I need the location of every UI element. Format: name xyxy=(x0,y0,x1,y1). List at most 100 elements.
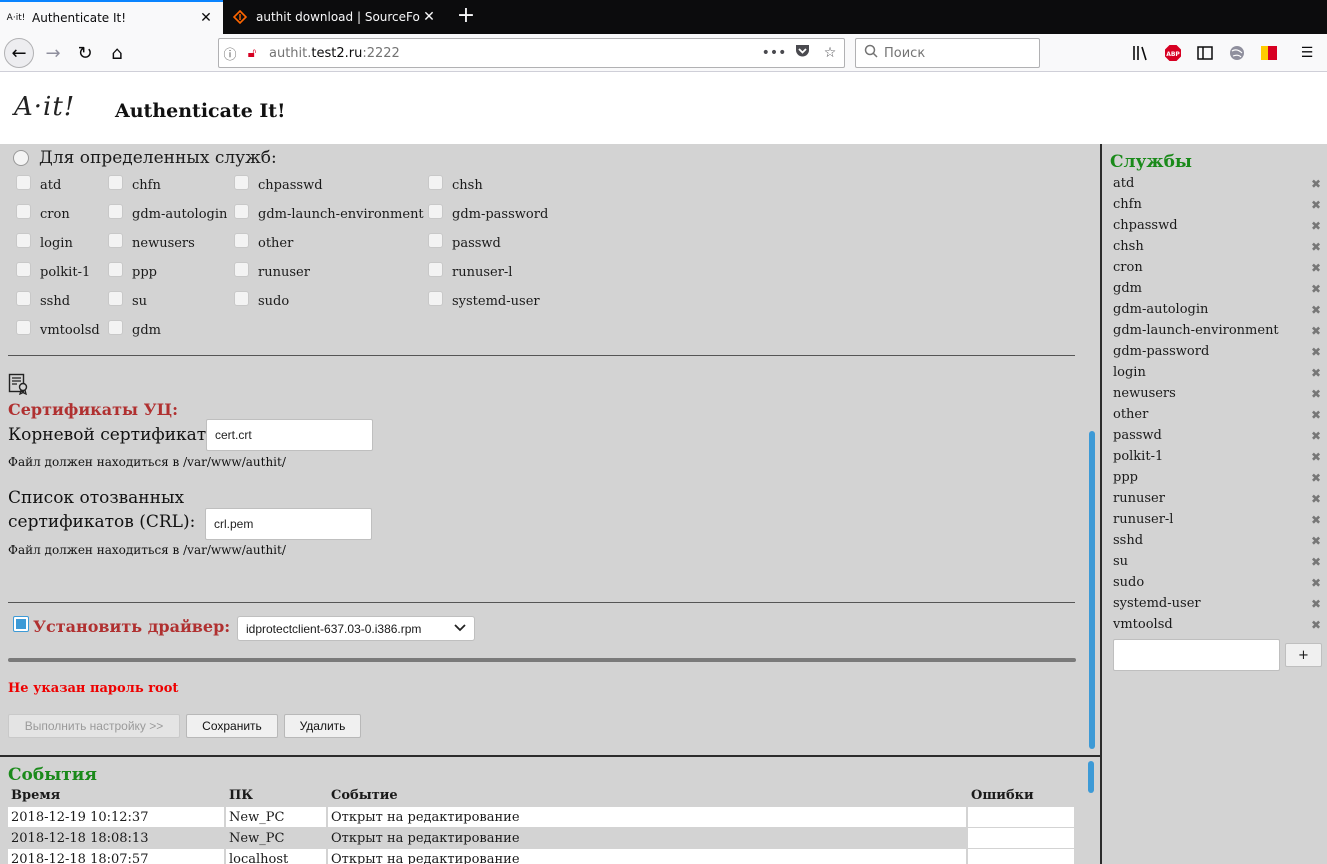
service-checkbox-gdm-launch-environment[interactable]: gdm-launch-environment xyxy=(234,204,424,222)
reload-icon[interactable]: ↻ xyxy=(70,38,100,68)
checkbox[interactable] xyxy=(16,262,31,277)
service-checkbox-systemd-user[interactable]: systemd-user xyxy=(428,291,540,309)
close-tab-icon[interactable]: ✕ xyxy=(420,9,438,25)
service-checkbox-gdm[interactable]: gdm xyxy=(108,320,161,338)
info-icon[interactable]: ⓘ xyxy=(219,44,241,63)
service-checkbox-login[interactable]: login xyxy=(16,233,73,251)
service-list-item[interactable]: other ✖ xyxy=(1113,404,1325,425)
service-checkbox-atd[interactable]: atd xyxy=(16,175,61,193)
service-checkbox-chpasswd[interactable]: chpasswd xyxy=(234,175,323,193)
service-checkbox-gdm-autologin[interactable]: gdm-autologin xyxy=(108,204,227,222)
remove-service-icon[interactable]: ✖ xyxy=(1307,324,1325,338)
service-list-item[interactable]: runuser-l ✖ xyxy=(1113,509,1325,530)
checkbox[interactable] xyxy=(428,262,443,277)
extension-globe-icon[interactable] xyxy=(1227,43,1247,63)
remove-service-icon[interactable]: ✖ xyxy=(1307,177,1325,191)
service-list-item[interactable]: systemd-user ✖ xyxy=(1113,593,1325,614)
pocket-icon[interactable] xyxy=(788,44,816,62)
service-checkbox-polkit-1[interactable]: polkit-1 xyxy=(16,262,90,280)
remove-service-icon[interactable]: ✖ xyxy=(1307,492,1325,506)
close-tab-icon[interactable]: ✕ xyxy=(197,10,215,26)
checkbox[interactable] xyxy=(108,204,123,219)
adblock-icon[interactable]: ABP xyxy=(1163,43,1183,63)
service-list-item[interactable]: gdm-launch-environment ✖ xyxy=(1113,320,1325,341)
service-list-item[interactable]: vmtoolsd ✖ xyxy=(1113,614,1325,635)
library-icon[interactable] xyxy=(1131,43,1151,63)
remove-service-icon[interactable]: ✖ xyxy=(1307,534,1325,548)
checkbox[interactable] xyxy=(108,262,123,277)
new-service-input[interactable] xyxy=(1113,639,1280,671)
tab-authenticate-it[interactable]: A·it! Authenticate It! ✕ xyxy=(0,0,223,34)
service-list-item[interactable]: chpasswd ✖ xyxy=(1113,215,1325,236)
service-checkbox-sshd[interactable]: sshd xyxy=(16,291,70,309)
remove-service-icon[interactable]: ✖ xyxy=(1307,198,1325,212)
service-checkbox-su[interactable]: su xyxy=(108,291,147,309)
checkbox[interactable] xyxy=(234,233,249,248)
service-list-item[interactable]: ppp ✖ xyxy=(1113,467,1325,488)
checkbox[interactable] xyxy=(428,175,443,190)
remove-service-icon[interactable]: ✖ xyxy=(1307,576,1325,590)
install-driver-checkbox[interactable] xyxy=(13,616,29,632)
remove-service-icon[interactable]: ✖ xyxy=(1307,282,1325,296)
checkbox[interactable] xyxy=(16,175,31,190)
service-list-item[interactable]: passwd ✖ xyxy=(1113,425,1325,446)
home-icon[interactable]: ⌂ xyxy=(102,38,132,68)
service-list-item[interactable]: su ✖ xyxy=(1113,551,1325,572)
address-bar[interactable]: ⓘ 🔓︎ authit.test2.ru:2222 ••• ☆ xyxy=(218,38,845,68)
remove-service-icon[interactable]: ✖ xyxy=(1307,555,1325,569)
service-checkbox-newusers[interactable]: newusers xyxy=(108,233,195,251)
back-arrow-icon[interactable]: ← xyxy=(4,38,34,68)
service-checkbox-other[interactable]: other xyxy=(234,233,293,251)
service-list-item[interactable]: gdm ✖ xyxy=(1113,278,1325,299)
bookmark-star-icon[interactable]: ☆ xyxy=(816,45,844,61)
remove-service-icon[interactable]: ✖ xyxy=(1307,408,1325,422)
remove-service-icon[interactable]: ✖ xyxy=(1307,219,1325,233)
remove-service-icon[interactable]: ✖ xyxy=(1307,597,1325,611)
forward-arrow-icon[interactable]: → xyxy=(38,38,68,68)
service-checkbox-vmtoolsd[interactable]: vmtoolsd xyxy=(16,320,100,338)
checkbox[interactable] xyxy=(428,233,443,248)
page-actions-icon[interactable]: ••• xyxy=(760,45,788,61)
checkbox[interactable] xyxy=(108,291,123,306)
remove-service-icon[interactable]: ✖ xyxy=(1307,261,1325,275)
service-list-item[interactable]: gdm-password ✖ xyxy=(1113,341,1325,362)
remove-service-icon[interactable]: ✖ xyxy=(1307,450,1325,464)
service-list-item[interactable]: atd ✖ xyxy=(1113,173,1325,194)
events-scrollbar-thumb[interactable] xyxy=(1088,761,1094,793)
service-checkbox-chsh[interactable]: chsh xyxy=(428,175,483,193)
remove-service-icon[interactable]: ✖ xyxy=(1307,303,1325,317)
remove-service-icon[interactable]: ✖ xyxy=(1307,345,1325,359)
root-certificate-input[interactable]: cert.crt xyxy=(206,419,373,451)
checkbox[interactable] xyxy=(108,320,123,335)
service-checkbox-runuser-l[interactable]: runuser-l xyxy=(428,262,512,280)
service-checkbox-runuser[interactable]: runuser xyxy=(234,262,310,280)
checkbox[interactable] xyxy=(234,204,249,219)
remove-service-icon[interactable]: ✖ xyxy=(1307,387,1325,401)
service-list-item[interactable]: gdm-autologin ✖ xyxy=(1113,299,1325,320)
checkbox[interactable] xyxy=(16,320,31,335)
service-list-item[interactable]: newusers ✖ xyxy=(1113,383,1325,404)
remove-service-icon[interactable]: ✖ xyxy=(1307,513,1325,527)
scrollbar-thumb[interactable] xyxy=(1089,431,1095,749)
service-checkbox-sudo[interactable]: sudo xyxy=(234,291,289,309)
table-row[interactable]: 2018-12-18 18:07:57 localhost Открыт на ре… xyxy=(8,849,1074,864)
service-list-item[interactable]: login ✖ xyxy=(1113,362,1325,383)
extension-flag-icon[interactable] xyxy=(1259,43,1279,63)
service-checkbox-cron[interactable]: cron xyxy=(16,204,70,222)
hamburger-menu-icon[interactable]: ☰ xyxy=(1297,43,1317,63)
checkbox[interactable] xyxy=(16,233,31,248)
new-tab-icon[interactable]: + xyxy=(452,2,480,32)
service-checkbox-gdm-password[interactable]: gdm-password xyxy=(428,204,548,222)
remove-service-icon[interactable]: ✖ xyxy=(1307,471,1325,485)
remove-service-icon[interactable]: ✖ xyxy=(1307,429,1325,443)
sidebar-toggle-icon[interactable] xyxy=(1195,43,1215,63)
remove-service-icon[interactable]: ✖ xyxy=(1307,240,1325,254)
tab-sourceforge[interactable]: authit download | SourceForge ✕ xyxy=(224,0,446,34)
service-list-item[interactable]: runuser ✖ xyxy=(1113,488,1325,509)
specific-services-radio-row[interactable]: Для определенных служб: xyxy=(13,148,277,168)
remove-service-icon[interactable]: ✖ xyxy=(1307,366,1325,380)
service-list-item[interactable]: sshd ✖ xyxy=(1113,530,1325,551)
insecure-lock-icon[interactable]: 🔓︎ xyxy=(241,46,263,61)
checkbox[interactable] xyxy=(428,291,443,306)
service-list-item[interactable]: cron ✖ xyxy=(1113,257,1325,278)
